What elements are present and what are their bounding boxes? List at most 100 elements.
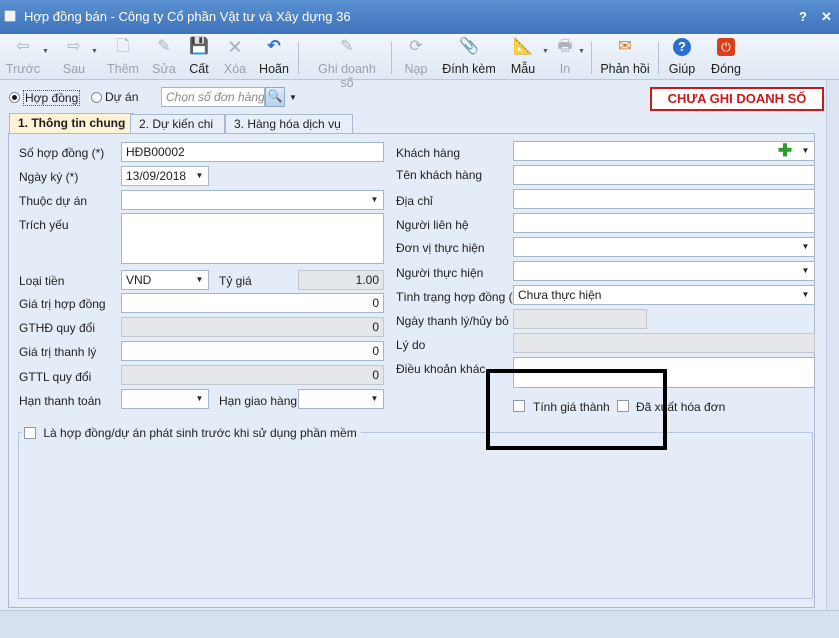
toolbar: ⇦ Trước ▼ ⇨ Sau ▼ 🗋 Thêm ✎ Sửa 💾 Cất 🗙 Xóa ↶ Ho… <box>0 34 839 90</box>
toolbar-load-button[interactable]: ⟳ Nạp <box>403 38 429 76</box>
toolbar-next-button[interactable]: ⇨ Sau <box>58 38 90 76</box>
chevron-down-icon[interactable]: ▼ <box>797 286 814 304</box>
search-dropdown-icon[interactable]: ▼ <box>289 93 297 102</box>
arrow-right-icon: ⇨ <box>67 38 81 55</box>
project-select[interactable]: ▼ <box>121 190 384 210</box>
chevron-down-icon[interactable]: ▼ <box>191 390 208 408</box>
executing-unit-select[interactable]: ▼ <box>513 237 815 257</box>
payment-due-label: Hạn thanh toán <box>19 394 102 408</box>
contact-person-field[interactable] <box>513 213 815 233</box>
toolbar-separator <box>591 42 592 74</box>
delivery-due-field[interactable]: ▼ <box>298 389 384 409</box>
tab-goods-services[interactable]: 3. Hàng hóa dịch vụ <box>225 114 353 133</box>
contact-person-label: Người liên hệ <box>396 218 469 232</box>
pre-software-legend: Là hợp đồng/dự án phát sinh trước khi sử… <box>22 425 361 440</box>
customer-name-field[interactable] <box>513 165 815 185</box>
status-badge: CHƯA GHI DOANH SỐ <box>650 87 824 111</box>
pre-software-label[interactable]: Là hợp đồng/dự án phát sinh trước khi sử… <box>43 426 356 440</box>
summary-textarea[interactable] <box>121 213 384 264</box>
title-bar: Hợp đồng bán - Công ty Cổ phần Vật tư và… <box>0 0 839 34</box>
chevron-down-icon[interactable]: ▼ <box>366 191 383 209</box>
contract-no-field[interactable]: HĐB00002 <box>121 142 384 162</box>
payment-due-field[interactable]: ▼ <box>121 389 209 409</box>
toolbar-label: Trước <box>5 62 41 76</box>
toolbar-label: Thêm <box>107 62 139 76</box>
toolbar-template-button[interactable]: 📐 Mẫu <box>508 38 538 76</box>
toolbar-add-button[interactable]: 🗋 Thêm <box>106 38 140 76</box>
toolbar-help-button[interactable]: ? Giúp <box>668 38 696 76</box>
chevron-down-icon[interactable]: ▼ <box>191 167 208 185</box>
toolbar-separator <box>391 42 392 74</box>
contract-value-field[interactable]: 0 <box>121 293 384 313</box>
template-icon: 📐 <box>513 38 533 55</box>
exchange-rate-field[interactable]: 1.00 <box>298 270 384 290</box>
address-label: Địa chỉ <box>396 194 433 208</box>
close-window-button[interactable]: ✕ <box>821 9 832 25</box>
edit-doc-icon: ✎ <box>157 38 171 55</box>
reason-field[interactable] <box>513 333 815 353</box>
print-dropdown-icon[interactable]: ▼ <box>578 48 585 55</box>
executor-select[interactable]: ▼ <box>513 261 815 281</box>
project-label: Thuộc dự án <box>19 194 88 208</box>
toolbar-label: Đóng <box>711 62 741 76</box>
toolbar-cancel-button[interactable]: ↶ Hoãn <box>258 38 290 76</box>
toolbar-feedback-button[interactable]: ✉ Phản hồi <box>600 38 650 76</box>
template-dropdown-icon[interactable]: ▼ <box>542 48 549 55</box>
sign-date-label: Ngày ký (*) <box>19 170 79 184</box>
project-radio[interactable] <box>91 92 102 103</box>
contract-radio[interactable] <box>9 92 20 103</box>
sign-date-field[interactable]: 13/09/2018 ▼ <box>121 166 209 186</box>
chevron-down-icon[interactable]: ▼ <box>191 271 208 289</box>
toolbar-save-button[interactable]: 💾 Cất <box>187 38 211 76</box>
currency-label: Loại tiền <box>19 274 65 288</box>
toolbar-label: Hoãn <box>259 62 289 76</box>
search-icon[interactable]: 🔍 <box>265 87 285 107</box>
toolbar-prev-button[interactable]: ⇦ Trước <box>5 38 41 76</box>
arrow-left-icon: ⇦ <box>16 38 30 55</box>
contract-status-value: Chưa thực hiện <box>518 288 602 302</box>
contract-value-converted-label: GTHĐ quy đổi <box>19 321 96 335</box>
contract-status-label: Tình trạng hợp đồng (*) <box>396 290 522 304</box>
tab-general-info[interactable]: 1. Thông tin chung <box>9 113 135 134</box>
pre-software-checkbox[interactable] <box>24 426 36 439</box>
toolbar-label: Phản hồi <box>600 62 650 76</box>
pre-software-group <box>18 432 813 599</box>
toolbar-separator <box>298 42 299 74</box>
toolbar-close-button[interactable]: ⏻ Đóng <box>710 38 742 76</box>
save-icon: 💾 <box>189 38 209 55</box>
toolbar-delete-button[interactable]: 🗙 Xóa <box>222 38 248 76</box>
next-dropdown-icon[interactable]: ▼ <box>91 48 98 55</box>
executor-label: Người thực hiện <box>396 266 484 280</box>
chevron-down-icon[interactable]: ▼ <box>366 390 383 408</box>
currency-select[interactable]: VND ▼ <box>121 270 209 290</box>
contract-status-select[interactable]: Chưa thực hiện ▼ <box>513 285 815 305</box>
toolbar-attach-button[interactable]: 📎 Đính kèm <box>442 38 496 76</box>
liquidation-date-field[interactable] <box>513 309 647 329</box>
other-terms-label: Điều khoản khác <box>396 362 486 376</box>
order-search-input[interactable]: Chọn số đơn hàng <box>161 87 265 107</box>
liquidation-converted-field[interactable]: 0 <box>121 365 384 385</box>
project-radio-label[interactable]: Dự án <box>105 90 138 104</box>
add-customer-icon[interactable]: ✚ <box>776 142 794 160</box>
toolbar-record-sales-button[interactable]: ✎ Ghi doanh số <box>310 38 384 90</box>
address-field[interactable] <box>513 189 815 209</box>
contract-radio-label[interactable]: Hợp đồng <box>23 90 81 106</box>
toolbar-edit-button[interactable]: ✎ Sửa <box>151 38 177 76</box>
chevron-down-icon[interactable]: ▼ <box>797 262 814 280</box>
tab-expected-cost[interactable]: 2. Dự kiến chi <box>130 114 225 133</box>
undo-icon: ↶ <box>267 38 281 55</box>
prev-dropdown-icon[interactable]: ▼ <box>42 48 49 55</box>
side-strip <box>826 80 839 610</box>
chevron-down-icon[interactable]: ▼ <box>797 142 814 160</box>
customer-label: Khách hàng <box>396 146 461 160</box>
liquidation-value-field[interactable]: 0 <box>121 341 384 361</box>
contract-value-converted-field[interactable]: 0 <box>121 317 384 337</box>
chevron-down-icon[interactable]: ▼ <box>797 238 814 256</box>
customer-select[interactable]: ▼ ✚ <box>513 141 815 161</box>
app-icon <box>4 10 16 22</box>
toolbar-print-button[interactable]: 🖶 In <box>555 38 575 76</box>
pencil-icon: ✎ <box>340 38 354 55</box>
sign-date-value: 13/09/2018 <box>126 169 187 183</box>
help-button[interactable]: ? <box>799 9 807 24</box>
delivery-due-label: Hạn giao hàng <box>219 394 298 408</box>
